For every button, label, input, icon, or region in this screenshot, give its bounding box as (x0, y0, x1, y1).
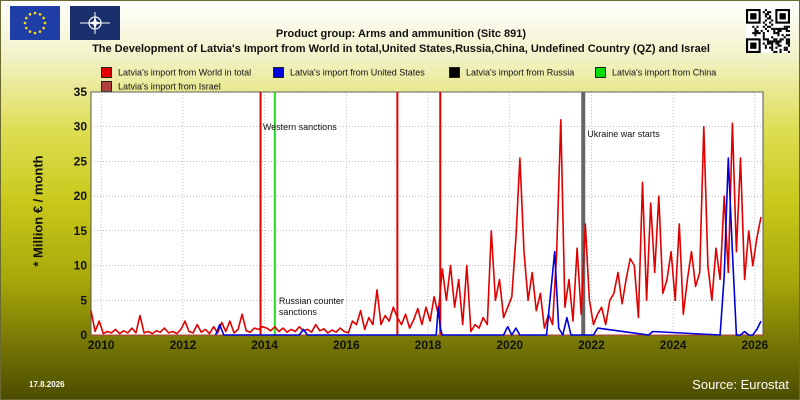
x-tick-label: 2010 (88, 338, 115, 352)
y-tick-label: 10 (74, 259, 88, 273)
x-tick-label: 2026 (741, 338, 768, 352)
y-tick-label: 20 (74, 189, 88, 203)
y-tick-label: 0 (80, 328, 87, 342)
x-tick-label: 2024 (660, 338, 687, 352)
y-tick-label: 30 (74, 120, 88, 134)
x-tick-label: 2020 (496, 338, 523, 352)
x-tick-label: 2018 (415, 338, 442, 352)
x-tick-label: 2014 (251, 338, 278, 352)
y-tick-label: 5 (80, 293, 87, 307)
x-tick-label: 2022 (578, 338, 605, 352)
event-label: Ukraine war starts (587, 129, 660, 139)
y-tick-label: 25 (74, 154, 88, 168)
plot-area (90, 91, 764, 336)
x-tick-label: 2016 (333, 338, 360, 352)
chart-frame: Product group: Arms and ammunition (Sitc… (0, 0, 800, 400)
y-tick-label: 35 (74, 85, 88, 99)
event-label: Western sanctions (263, 122, 337, 132)
x-tick-label: 2012 (170, 338, 197, 352)
y-tick-label: 15 (74, 224, 88, 238)
source-label: Source: Eurostat (692, 377, 789, 392)
date-stamp: 17.8.2026 (29, 380, 65, 389)
line-chart: 0 5 10 15 20 25 30 35 2010 2012 2014 2016 2018 2020 20… (74, 85, 769, 352)
